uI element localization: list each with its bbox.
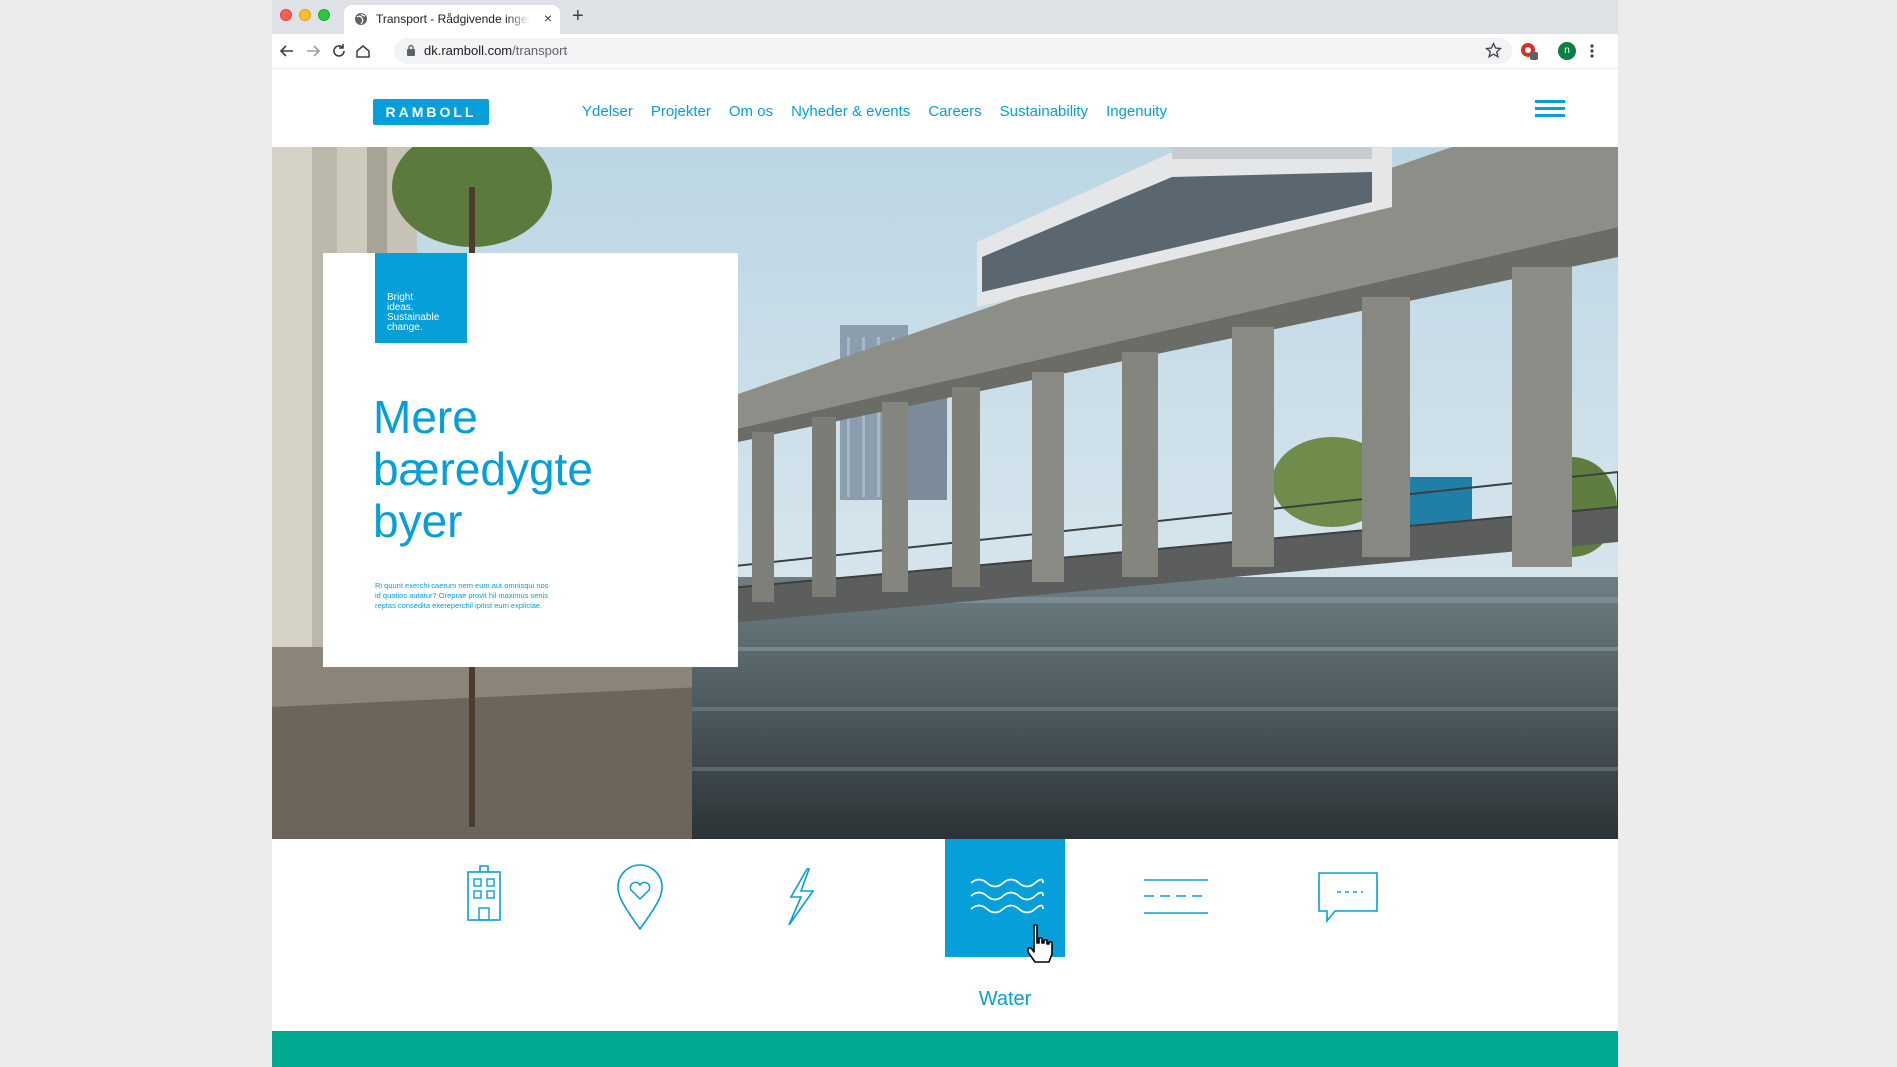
minimize-window-button[interactable] bbox=[299, 9, 311, 21]
hero-body-text: Ri quunt exerchi caerum nem eum aut omni… bbox=[375, 581, 587, 611]
service-icon-row: Water bbox=[272, 839, 1618, 1030]
close-window-button[interactable] bbox=[280, 9, 292, 21]
back-arrow-icon[interactable] bbox=[278, 42, 296, 60]
tab-bar: Transport - Rådgivende ingeniører × + bbox=[272, 0, 1618, 34]
nav-item-ingenuity[interactable]: Ingenuity bbox=[1106, 103, 1167, 120]
service-chat[interactable] bbox=[1293, 839, 1413, 957]
service-location[interactable] bbox=[580, 839, 700, 957]
nav-item-nyheder-events[interactable]: Nyheder & events bbox=[791, 103, 910, 120]
new-tab-button[interactable]: + bbox=[572, 6, 584, 26]
extension-icon[interactable] bbox=[1520, 42, 1538, 60]
service-water[interactable] bbox=[945, 839, 1065, 963]
service-lines[interactable] bbox=[1110, 839, 1230, 957]
pointer-hand-cursor-icon bbox=[1027, 924, 1053, 963]
lines-icon bbox=[1144, 879, 1208, 914]
hero-section: Bright ideas. Sustainable change. Mere bæred… bbox=[272, 147, 1618, 839]
hamburger-menu-icon[interactable] bbox=[1535, 100, 1565, 120]
service-energy[interactable] bbox=[737, 839, 857, 957]
ramboll-logo[interactable]: RAMBOLL bbox=[373, 99, 489, 125]
service-building[interactable] bbox=[424, 839, 544, 957]
location-heart-icon bbox=[617, 864, 663, 931]
reload-icon[interactable] bbox=[330, 42, 348, 60]
main-navigation: Ydelser Projekter Om os Nyheder & events Car… bbox=[582, 103, 1185, 120]
page-title: Mere bæredygte byer bbox=[373, 391, 713, 547]
title-line: Mere bbox=[373, 391, 478, 443]
body-line: Ri quunt exerchi caerum nem eum aut omni… bbox=[375, 581, 549, 590]
bookmark-star-icon[interactable] bbox=[1485, 42, 1502, 59]
profile-avatar[interactable]: n bbox=[1558, 42, 1576, 60]
title-line: byer bbox=[373, 495, 463, 547]
lock-icon bbox=[407, 44, 415, 56]
building-icon bbox=[467, 865, 501, 921]
globe-icon bbox=[355, 13, 367, 25]
tab-title: Transport - Rådgivende ingeniører bbox=[376, 12, 530, 26]
close-tab-icon[interactable]: × bbox=[544, 11, 552, 25]
title-line: bæredygte bbox=[373, 443, 593, 495]
nav-item-ydelser[interactable]: Ydelser bbox=[582, 103, 633, 120]
browser-menu-icon[interactable] bbox=[1590, 43, 1594, 59]
tagline-box: Bright ideas. Sustainable change. bbox=[375, 253, 467, 343]
nav-item-om-os[interactable]: Om os bbox=[729, 103, 773, 120]
tagline-line: change. bbox=[387, 322, 423, 333]
home-icon[interactable] bbox=[354, 42, 372, 60]
url-text: dk.ramboll.com/transport bbox=[424, 43, 568, 58]
browser-tab[interactable]: Transport - Rådgivende ingeniører × bbox=[344, 5, 560, 34]
tagline-text: Bright ideas. Sustainable change. bbox=[387, 293, 463, 333]
maximize-window-button[interactable] bbox=[318, 9, 330, 21]
site-header: RAMBOLL Ydelser Projekter Om os Nyheder & e… bbox=[272, 69, 1618, 147]
body-line: reptas consedita exereperchil ipitist eu… bbox=[375, 601, 543, 610]
hero-card: Bright ideas. Sustainable change. Mere bæred… bbox=[323, 253, 738, 667]
lightning-icon bbox=[788, 868, 815, 926]
nav-item-projekter[interactable]: Projekter bbox=[651, 103, 711, 120]
forward-arrow-icon[interactable] bbox=[304, 42, 322, 60]
nav-item-careers[interactable]: Careers bbox=[928, 103, 981, 120]
browser-toolbar: dk.ramboll.com/transport n bbox=[272, 34, 1618, 69]
active-service-label: Water bbox=[978, 988, 1032, 1010]
nav-item-sustainability[interactable]: Sustainability bbox=[1000, 103, 1088, 120]
browser-window: Transport - Rådgivende ingeniører × + dk… bbox=[272, 0, 1618, 1067]
address-bar[interactable]: dk.ramboll.com/transport bbox=[394, 38, 1512, 64]
green-footer-band bbox=[272, 1031, 1618, 1067]
body-line: id quatios autatur? Oreprae provit hil m… bbox=[375, 591, 548, 600]
chat-bubble-icon bbox=[1318, 872, 1378, 924]
